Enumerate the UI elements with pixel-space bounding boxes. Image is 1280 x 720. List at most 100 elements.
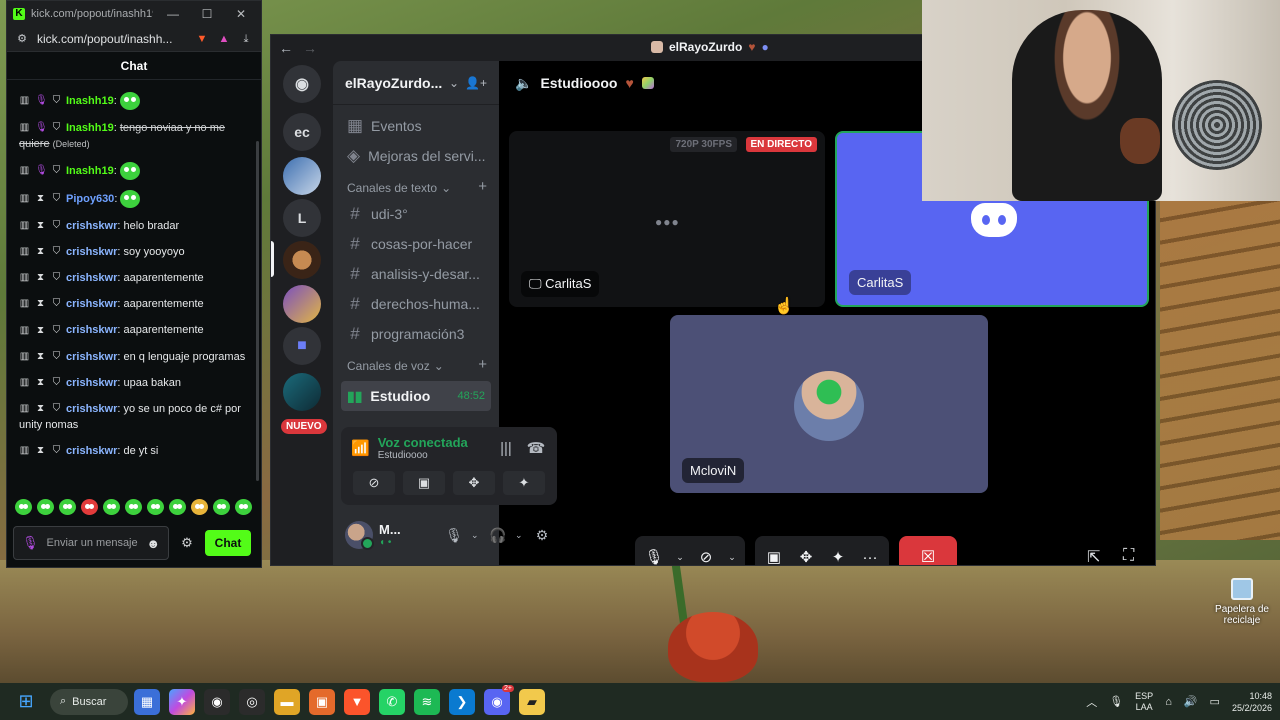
- chevron-down-icon[interactable]: ⌄: [515, 530, 525, 541]
- chevron-down-icon[interactable]: ⌄: [675, 552, 685, 563]
- discord-taskbar-icon[interactable]: ◉ 2+: [484, 684, 514, 715]
- whatsapp-icon[interactable]: ✆: [379, 688, 405, 715]
- file-explorer-icon[interactable]: ▬: [274, 688, 300, 715]
- windows-start-icon[interactable]: ⊞: [8, 687, 44, 717]
- app-icon[interactable]: ▣: [309, 688, 335, 715]
- noise-suppression-icon[interactable]: |||: [495, 440, 517, 457]
- volume-icon[interactable]: 🔊: [1184, 695, 1198, 708]
- chat-message[interactable]: ▥ ⧗ ⛉ Pipoy630:: [19, 185, 249, 213]
- chat-message[interactable]: ▥ 🎙 ⛉ Inashh19:: [19, 87, 249, 115]
- chat-message[interactable]: ▥ ⧗ ⛉ crishskwr: en q lenguaje programas: [19, 344, 249, 370]
- server-selected-icon[interactable]: [283, 241, 321, 279]
- popout-icon[interactable]: ⇱: [1087, 547, 1100, 565]
- copilot-icon[interactable]: ✦: [169, 688, 195, 715]
- chrome-icon[interactable]: ◎: [239, 688, 265, 715]
- more-options-icon[interactable]: ···: [859, 549, 881, 566]
- soundboard-icon[interactable]: ✦: [827, 548, 849, 565]
- obs-icon[interactable]: ◉: [204, 688, 230, 715]
- voice-connected-label[interactable]: Voz conectada: [378, 435, 487, 450]
- server-icon[interactable]: [283, 157, 321, 195]
- camera-off-icon[interactable]: ⊘: [353, 471, 395, 495]
- microphone-icon[interactable]: 🎙: [1109, 695, 1123, 708]
- chat-settings-icon[interactable]: ⚙: [175, 535, 199, 551]
- channel-analisis[interactable]: # analisis-y-desar...: [333, 259, 499, 289]
- chat-username[interactable]: Inashh19: [66, 95, 114, 107]
- stream-tile-carlitas[interactable]: 720P 30FPS EN DIRECTO ●●● 🖵 CarlitaS: [509, 131, 825, 307]
- clock[interactable]: 10:48 25/2/2026: [1232, 690, 1272, 714]
- chat-username[interactable]: crishskwr: [66, 403, 117, 415]
- text-channels-category[interactable]: Canales de texto ⌄ +: [333, 171, 499, 199]
- chat-message[interactable]: ▥ 🎙 ⛉ Inashh19:: [19, 157, 249, 185]
- chat-username[interactable]: crishskwr: [66, 324, 117, 336]
- microphone-icon[interactable]: 🎙: [443, 527, 465, 544]
- minimize-icon[interactable]: —: [159, 7, 187, 21]
- channel-derechos[interactable]: # derechos-huma...: [333, 289, 499, 319]
- chevron-down-icon[interactable]: ⌄: [471, 530, 481, 541]
- signal-icon[interactable]: 📶: [351, 439, 370, 457]
- chat-message[interactable]: ▥ ⧗ ⛉ crishskwr: aaparentemente: [19, 317, 249, 343]
- emote-icon[interactable]: [213, 499, 230, 515]
- chat-username[interactable]: crishskwr: [66, 298, 117, 310]
- vscode-icon[interactable]: ❯: [449, 688, 475, 715]
- emote-icon[interactable]: [37, 499, 54, 515]
- chat-message[interactable]: ▥ ⧗ ⛉ crishskwr: helo bradar: [19, 213, 249, 239]
- chat-username[interactable]: crishskwr: [66, 272, 117, 284]
- back-arrow-icon[interactable]: ←: [279, 40, 293, 56]
- chat-input[interactable]: 🎙 Enviar un mensaje ☻: [13, 526, 169, 560]
- server-icon[interactable]: [283, 285, 321, 323]
- taskbar-search[interactable]: ⌕ Buscar: [50, 688, 128, 715]
- chat-message[interactable]: ▥ ⧗ ⛉ crishskwr: soy yooyoyo: [19, 239, 249, 265]
- new-badge[interactable]: NUEVO: [281, 419, 327, 434]
- add-channel-icon[interactable]: +: [478, 356, 487, 373]
- menu-events[interactable]: ▦ Eventos: [333, 111, 499, 141]
- channel-cosas[interactable]: # cosas-por-hacer: [333, 229, 499, 259]
- voice-channel-estudioo[interactable]: ▮▮ Estudioo 48:52: [341, 381, 491, 411]
- close-icon[interactable]: ✕: [227, 7, 255, 21]
- server-l[interactable]: L: [283, 199, 321, 237]
- emote-icon[interactable]: [235, 499, 252, 515]
- disconnect-button[interactable]: ☒: [899, 536, 957, 565]
- chat-message[interactable]: ▥ ⧗ ⛉ crishskwr: aaparentemente: [19, 291, 249, 317]
- emote-icon[interactable]: [125, 499, 142, 515]
- microphone-icon[interactable]: 🎙: [643, 548, 665, 565]
- activities-icon[interactable]: ✥: [453, 471, 495, 495]
- chat-message[interactable]: ▥ ⧗ ⛉ crishskwr: de yt si: [19, 438, 249, 464]
- soundboard-icon[interactable]: ✦: [503, 471, 545, 495]
- download-icon[interactable]: ⤓: [239, 32, 253, 46]
- chat-username[interactable]: crishskwr: [66, 246, 117, 258]
- language-indicator[interactable]: ESP LAA: [1135, 691, 1153, 713]
- chat-message[interactable]: ▥ ⧗ ⛉ crishskwr: yo se un poco de c# por un…: [19, 396, 249, 438]
- discord-home-icon[interactable]: ◉: [283, 65, 321, 103]
- recycle-bin[interactable]: Papelera de reciclaje: [1212, 578, 1272, 626]
- channel-programacion[interactable]: # programación3: [333, 319, 499, 349]
- menu-boosts[interactable]: ◈ Mejoras del servi...: [333, 141, 499, 171]
- chat-username[interactable]: Pipoy630: [66, 193, 114, 205]
- battery-icon[interactable]: ▭: [1210, 695, 1220, 708]
- camera-off-icon[interactable]: ⊘: [695, 548, 717, 565]
- emote-icon[interactable]: [15, 499, 32, 515]
- brave-rewards-icon[interactable]: ▲: [217, 32, 231, 46]
- sticky-notes-icon[interactable]: ▰: [519, 688, 545, 715]
- chat-message-list[interactable]: ▥ 🎙 ⛉ Inashh19: ▥ 🎙 ⛉ Inashh19: tengo noviaa y…: [7, 87, 261, 492]
- emoji-picker-icon[interactable]: ☻: [146, 536, 160, 551]
- brave-shield-icon[interactable]: ▼: [195, 32, 209, 46]
- fullscreen-icon[interactable]: ⛶: [1123, 547, 1134, 565]
- emote-icon[interactable]: [59, 499, 76, 515]
- chevron-up-icon[interactable]: ︿: [1086, 694, 1097, 710]
- chat-username[interactable]: crishskwr: [66, 377, 117, 389]
- forward-arrow-icon[interactable]: →: [303, 40, 317, 56]
- voice-channels-category[interactable]: Canales de voz ⌄ +: [333, 349, 499, 377]
- chat-send-button[interactable]: Chat: [205, 530, 251, 556]
- emote-icon[interactable]: [169, 499, 186, 515]
- emote-icon[interactable]: [147, 499, 164, 515]
- channel-udi[interactable]: # udi-3°: [333, 199, 499, 229]
- chat-message[interactable]: ▥ ⧗ ⛉ crishskwr: upaa bakan: [19, 370, 249, 396]
- emote-icon[interactable]: [103, 499, 120, 515]
- screen-share-icon[interactable]: ▣: [763, 548, 785, 565]
- user-tile-mclovin[interactable]: McloviN: [670, 315, 988, 493]
- server-header[interactable]: elRayoZurdo... ⌄ 👤+: [333, 61, 499, 105]
- user-info[interactable]: M... ◖ •: [379, 522, 437, 548]
- chevron-down-icon[interactable]: ⌄: [727, 552, 737, 563]
- folder-icon[interactable]: ■: [283, 327, 321, 365]
- maximize-icon[interactable]: ☐: [193, 7, 221, 21]
